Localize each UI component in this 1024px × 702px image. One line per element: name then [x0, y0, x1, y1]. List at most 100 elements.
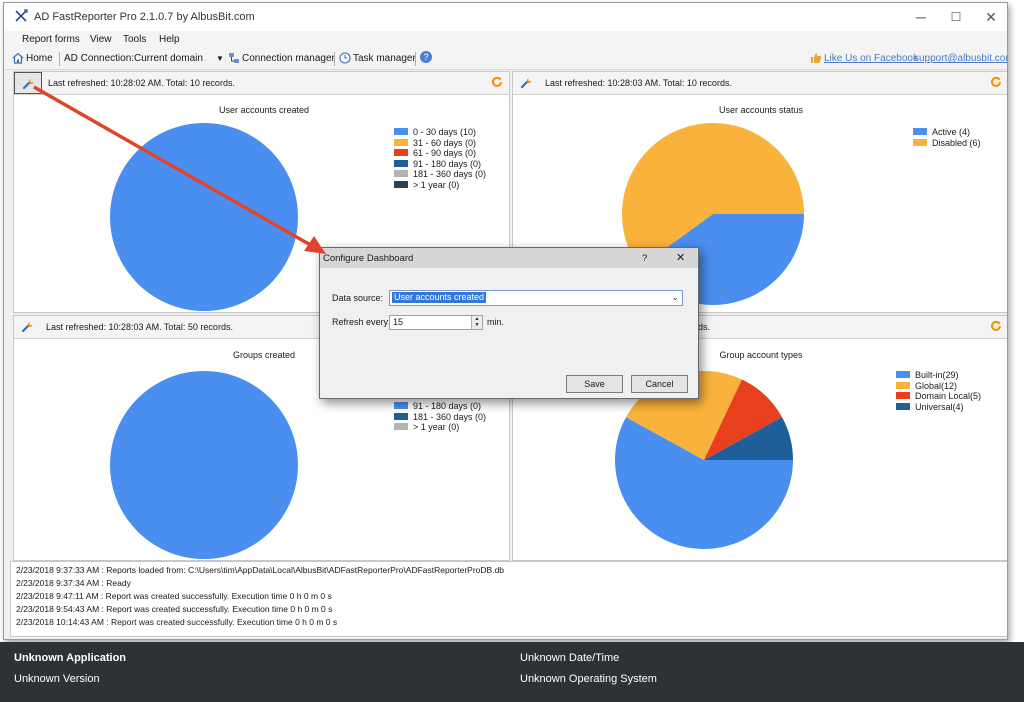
status-bar: Unknown Application Unknown Version Unkn…: [0, 642, 1024, 702]
legend-item: 0 - 30 days (10): [394, 127, 486, 138]
refresh-interval-stepper[interactable]: 15 ▲ ▼: [389, 315, 483, 330]
dialog-title-bar: Configure Dashboard ? ✕: [320, 248, 698, 268]
thumbs-up-icon: [811, 53, 822, 63]
legend-label: Universal(4): [915, 401, 964, 412]
status-application: Unknown Application: [14, 652, 127, 664]
pie-slice-91-180-days: [110, 371, 298, 559]
toolbar-separator: [415, 52, 416, 66]
chart-legend: 0 - 30 days (10) 31 - 60 days (0) 61 - 90 …: [394, 127, 486, 190]
legend-swatch: [394, 402, 408, 410]
close-button[interactable]: ✕: [976, 7, 1006, 27]
toolbar-separator: [59, 52, 60, 66]
refresh-icon[interactable]: [990, 320, 1002, 332]
legend-label: > 1 year (0): [413, 179, 460, 190]
legend-label: 181 - 360 days (0): [413, 169, 487, 179]
legend-item: Domain Local(5): [896, 391, 981, 402]
legend-item: 181 - 360 days (0): [394, 169, 486, 180]
pie-chart-user-accounts-created: [110, 123, 298, 311]
legend-item: 181 - 360 days (0): [394, 412, 486, 423]
legend-swatch: [913, 128, 927, 136]
legend-swatch: [896, 392, 910, 400]
last-refreshed-text: Last refreshed: 10:28:03 AM. Total: 50 r…: [46, 322, 233, 332]
data-source-select[interactable]: User accounts created ⌄: [389, 290, 683, 306]
legend-item: 91 - 180 days (0): [394, 401, 486, 412]
minimize-button[interactable]: ─: [906, 7, 936, 27]
legend-item: > 1 year (0): [394, 180, 486, 191]
save-button[interactable]: Save: [566, 375, 623, 393]
legend-label: 0 - 30 days (10): [413, 127, 477, 137]
menu-tools[interactable]: Tools: [123, 34, 146, 45]
window-title: AD FastReporter Pro 2.1.0.7 by AlbusBit.…: [34, 11, 255, 23]
configure-panel-button[interactable]: [14, 72, 42, 94]
facebook-link[interactable]: Like Us on Facebook: [824, 53, 918, 64]
legend-swatch: [394, 170, 408, 178]
refresh-icon[interactable]: [990, 76, 1002, 88]
legend-swatch: [394, 412, 408, 420]
log-line: 2/23/2018 9:37:33 AM : Reports loaded fr…: [16, 565, 505, 575]
home-button[interactable]: Home: [26, 53, 53, 64]
wrench-icon[interactable]: [20, 320, 34, 334]
legend-swatch: [394, 128, 408, 136]
log-line: 2/23/2018 10:14:43 AM : Report was creat…: [16, 617, 338, 627]
chevron-down-icon[interactable]: ⌄: [671, 292, 679, 303]
cancel-button[interactable]: Cancel: [631, 375, 688, 393]
last-refreshed-text: Last refreshed: 10:28:03 AM. Total: 10 r…: [545, 78, 732, 88]
legend-swatch: [394, 149, 408, 157]
legend-item: Active (4): [913, 127, 981, 138]
menu-help[interactable]: Help: [159, 34, 180, 45]
refresh-icon[interactable]: [491, 76, 503, 88]
legend-item: 91 - 180 days (0): [394, 159, 486, 170]
chevron-down-icon[interactable]: ▼: [216, 54, 224, 63]
connection-manager-button[interactable]: Connection manager: [242, 53, 335, 64]
legend-label: 181 - 360 days (0): [413, 411, 487, 422]
refresh-interval-value: 15: [393, 317, 404, 327]
refresh-every-label: Refresh every:: [332, 317, 391, 327]
home-icon: [12, 52, 24, 64]
menu-bar: Report forms View Tools Help: [4, 31, 1007, 49]
task-manager-button[interactable]: Task manager: [353, 53, 416, 64]
dialog-title: Configure Dashboard: [323, 253, 414, 264]
legend-swatch: [394, 423, 408, 431]
ad-connection-dropdown[interactable]: Current domain: [134, 53, 203, 64]
legend-swatch: [394, 138, 408, 146]
legend-item: 61 - 90 days (0): [394, 148, 486, 159]
legend-label: 31 - 60 days (0): [413, 137, 477, 148]
status-version: Unknown Version: [14, 673, 100, 685]
menu-view[interactable]: View: [90, 34, 112, 45]
legend-swatch: [394, 159, 408, 167]
panel-header: Last refreshed: 10:28:03 AM. Total: 10 r…: [513, 72, 1007, 95]
legend-label: 61 - 90 days (0): [413, 148, 477, 158]
legend-label: Built-in(29): [915, 370, 959, 380]
legend-swatch: [896, 381, 910, 389]
toolbar-separator: [334, 52, 335, 66]
legend-label: 91 - 180 days (0): [413, 401, 482, 411]
legend-label: 91 - 180 days (0): [413, 158, 482, 169]
legend-swatch: [896, 402, 910, 410]
wrench-icon[interactable]: [519, 76, 533, 90]
menu-report-forms[interactable]: Report forms: [22, 34, 80, 45]
log-line: 2/23/2018 9:37:34 AM : Ready: [16, 578, 131, 588]
support-email-link[interactable]: support@albusbit.com: [914, 53, 1007, 64]
data-source-label: Data source:: [332, 293, 384, 303]
legend-item: Disabled (6): [913, 138, 981, 149]
log-panel: 2/23/2018 9:37:33 AM : Reports loaded fr…: [10, 561, 1007, 637]
legend-item: Built-in(29): [896, 370, 981, 381]
legend-item: > 1 year (0): [394, 422, 486, 433]
legend-label: Active (4): [932, 127, 971, 137]
legend-label: Disabled (6): [932, 137, 981, 148]
help-icon[interactable]: ?: [420, 51, 432, 63]
legend-label: Domain Local(5): [915, 391, 982, 401]
connection-manager-icon: [229, 53, 239, 63]
wrench-icon: [22, 79, 34, 90]
chart-legend: 91 - 180 days (0) 181 - 360 days (0) > 1 y…: [394, 401, 486, 433]
data-source-value: User accounts created: [392, 292, 487, 303]
log-line: 2/23/2018 9:47:11 AM : Report was create…: [16, 591, 332, 601]
chart-title: User accounts created: [218, 105, 310, 115]
dialog-help-button[interactable]: ?: [642, 253, 647, 264]
log-line: 2/23/2018 9:54:43 AM : Report was create…: [16, 604, 333, 614]
maximize-button[interactable]: ☐: [941, 7, 971, 27]
dialog-close-button[interactable]: ✕: [676, 251, 685, 264]
stepper-arrows-icon[interactable]: ▲ ▼: [471, 316, 482, 329]
pie-chart-groups-created: [110, 371, 298, 559]
panel-header: Last refreshed: 10:28:02 AM. Total: 10 r…: [14, 72, 509, 95]
